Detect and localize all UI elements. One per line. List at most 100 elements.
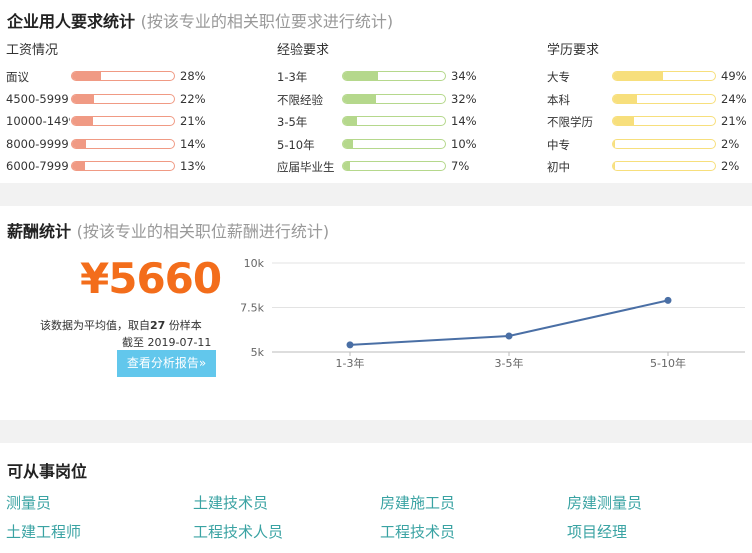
salary-title: 薪酬统计 (按该专业的相关职位薪酬进行统计)	[7, 218, 329, 242]
stat-bar-fill	[613, 117, 635, 125]
data-point	[664, 296, 672, 304]
stat-label: 应届毕业生	[277, 160, 335, 174]
stat-bar	[612, 93, 716, 104]
stat-percent: 10%	[451, 136, 477, 151]
stat-percent: 24%	[721, 91, 747, 106]
salary-line-chart: 5k 7.5k 10k 1-3年 3-5年 5-10年	[240, 257, 745, 370]
jobs-title: 可从事岗位	[7, 462, 88, 481]
stat-label: 10000-14999	[6, 114, 70, 128]
requirements-title: 企业用人要求统计 (按该专业的相关职位要求进行统计)	[7, 8, 393, 32]
job-link[interactable]: 房建测量员	[567, 492, 642, 513]
stat-label: 1-3年	[277, 70, 308, 84]
stat-bar-fill	[343, 117, 358, 125]
stat-label: 面议	[6, 70, 29, 84]
stat-label: 中专	[547, 137, 570, 152]
stat-label: 6000-7999	[6, 159, 69, 173]
stat-percent: 2%	[721, 159, 740, 173]
stat-bar	[612, 138, 716, 149]
x-tick-label: 1-3年	[336, 356, 365, 370]
job-link[interactable]: 测量员	[6, 492, 51, 513]
stat-row: 面议 28%	[6, 67, 206, 90]
stat-percent: 7%	[451, 159, 470, 173]
requirements-subtitle: (按该专业的相关职位要求进行统计)	[140, 12, 394, 31]
stat-label: 不限学历	[547, 115, 593, 129]
stat-label: 本科	[547, 92, 570, 107]
stat-bar	[71, 138, 175, 149]
stat-row: 初中 2%	[547, 157, 739, 180]
stat-bar-fill	[72, 139, 87, 148]
job-link[interactable]: 土建技术员	[193, 492, 268, 513]
stat-row: 大专 49%	[547, 67, 747, 90]
stat-label: 4500-5999	[6, 91, 69, 106]
sample-count: 27	[150, 319, 166, 332]
job-link[interactable]: 工程技术人员	[193, 521, 283, 542]
stat-row: 应届毕业生 7%	[277, 157, 469, 180]
stat-row: 5-10年 10%	[277, 135, 477, 158]
stat-label: 大专	[547, 70, 570, 84]
requirements-column: 工资情况面议 28% 4500-5999 22% 10000-14999 21% 8000-…	[6, 42, 206, 180]
y-tick-label: 10k	[244, 257, 265, 270]
stat-label: 5-10年	[277, 137, 315, 152]
average-salary: ¥5660	[80, 254, 222, 303]
stat-bar	[612, 161, 716, 171]
job-link[interactable]: 工程技术员	[380, 521, 455, 542]
y-tick-label: 7.5k	[240, 302, 264, 315]
stat-row: 6000-7999 13%	[6, 157, 206, 180]
stat-bar-fill	[72, 162, 86, 170]
requirements-column: 经验要求 1-3年 34% 不限经验 32% 3-5年 14% 5-10年 10% 应届毕业生 7%	[277, 42, 477, 180]
stat-row: 3-5年 14%	[277, 112, 477, 135]
sample-note: 该数据为平均值，取自27 份样本	[40, 317, 202, 333]
stat-bar	[342, 116, 446, 126]
as-of-date: 截至 2019-07-11	[122, 336, 212, 349]
job-link[interactable]: 房建施工员	[380, 492, 455, 513]
stat-row: 中专 2%	[547, 135, 739, 158]
requirements-section: 企业用人要求统计 (按该专业的相关职位要求进行统计) 工资情况面议 28% 4500…	[0, 0, 752, 183]
stat-row: 4500-5999 22%	[6, 90, 206, 113]
stat-bar-fill	[72, 72, 101, 80]
job-link[interactable]: 土建工程师	[6, 521, 81, 542]
requirements-column: 学历要求 大专 49% 本科 24% 不限学历 21% 中专 2% 初中 2%	[547, 42, 747, 180]
stat-bar	[71, 93, 175, 104]
stat-bar	[342, 161, 446, 171]
column-heading: 学历要求	[547, 43, 600, 58]
stat-percent: 34%	[451, 69, 477, 83]
stat-row: 本科 24%	[547, 90, 747, 113]
view-report-button[interactable]: 查看分析报告»	[117, 350, 216, 377]
column-heading: 经验要求	[277, 43, 330, 58]
x-tick-label: 5-10年	[650, 356, 686, 370]
stat-bar-fill	[613, 94, 638, 103]
stat-bar-fill	[613, 72, 663, 80]
stat-label: 初中	[547, 160, 570, 174]
stat-percent: 32%	[451, 91, 477, 106]
stat-bar	[342, 138, 446, 149]
stat-bar-fill	[343, 72, 378, 80]
requirements-title-text: 企业用人要求统计	[7, 12, 136, 31]
stat-percent: 28%	[180, 69, 206, 83]
stat-percent: 49%	[721, 69, 747, 83]
stat-bar	[71, 161, 175, 171]
data-point	[505, 332, 513, 340]
stat-row: 10000-14999 21%	[6, 112, 206, 135]
stat-row: 8000-9999 14%	[6, 135, 206, 158]
section-divider-2	[0, 420, 752, 443]
stat-percent: 13%	[180, 159, 206, 173]
stat-bar-fill	[343, 94, 376, 103]
stat-label: 不限经验	[277, 92, 323, 107]
stat-bar-fill	[343, 162, 351, 170]
stat-bar-fill	[72, 117, 94, 125]
data-point	[346, 341, 354, 349]
stat-percent: 22%	[180, 91, 206, 106]
job-link[interactable]: 项目经理	[567, 521, 627, 542]
column-heading: 工资情况	[6, 43, 59, 58]
stat-row: 不限经验 32%	[277, 90, 477, 113]
stat-label: 8000-9999	[6, 136, 69, 151]
salary-subtitle: (按该专业的相关职位薪酬进行统计)	[76, 222, 330, 241]
stat-bar	[612, 116, 716, 126]
section-divider	[0, 183, 752, 206]
y-tick-label: 5k	[251, 346, 265, 359]
stat-row: 1-3年 34%	[277, 67, 477, 90]
stat-percent: 14%	[180, 136, 206, 151]
x-tick-label: 3-5年	[495, 356, 524, 370]
sample-note-prefix: 该数据为平均值，取自	[40, 319, 150, 332]
stat-bar-fill	[613, 162, 616, 170]
